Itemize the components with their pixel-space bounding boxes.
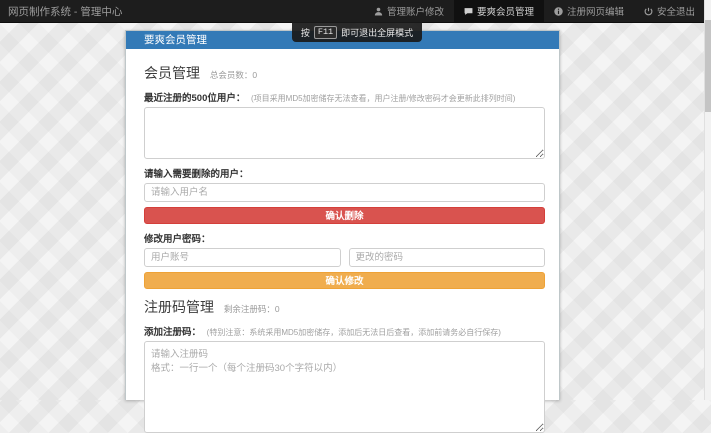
nav-item-page-edit[interactable]: 注册网页编辑: [544, 0, 634, 22]
fullscreen-toast: 按 F11 即可退出全屏模式: [292, 22, 422, 42]
recent-users-hint: (项目采用MD5加密储存无法查看，用户注册/修改密码才会更新此排列时间): [251, 94, 515, 103]
confirm-delete-button[interactable]: 确认删除: [144, 207, 545, 224]
confirm-modify-button[interactable]: 确认修改: [144, 272, 545, 289]
delete-user-input[interactable]: [144, 183, 545, 202]
vertical-scrollbar[interactable]: [704, 0, 711, 400]
nav-item-label: 安全退出: [657, 4, 695, 18]
member-count: 总会员数：0: [210, 70, 257, 80]
password-fields-row: [144, 248, 545, 267]
nav-item-label: 要爽会员管理: [477, 4, 534, 18]
add-regcode-hint: (特别注意：系统采用MD5加密储存，添加后无法日后查看，添加前请务必自行保存): [207, 328, 501, 337]
member-section-title: 会员管理 总会员数：0: [144, 63, 545, 83]
panel-body: 会员管理 总会员数：0 最近注册的500位用户： (项目采用MD5加密储存无法查…: [126, 49, 559, 433]
regcode-title-text: 注册码管理: [144, 299, 214, 315]
power-icon: [644, 7, 653, 16]
member-admin-panel: 要爽会员管理 会员管理 总会员数：0 最近注册的500位用户： (项目采用MD5…: [125, 30, 560, 400]
info-icon: [554, 7, 563, 16]
toast-suffix: 即可退出全屏模式: [341, 26, 413, 39]
recent-users-label-text: 最近注册的500位用户：: [144, 93, 245, 104]
nav-item-account[interactable]: 管理账户修改: [364, 0, 454, 22]
add-regcode-label: 添加注册码： (特别注意：系统采用MD5加密储存，添加后无法日后查看，添加前请务…: [144, 324, 545, 338]
nav-item-member-manage[interactable]: 要爽会员管理: [454, 0, 544, 22]
regcode-section-title: 注册码管理 剩余注册码：0: [144, 297, 545, 317]
nav-item-label: 注册网页编辑: [567, 4, 624, 18]
f11-keycap: F11: [314, 26, 337, 39]
add-regcode-label-text: 添加注册码：: [144, 327, 201, 338]
regcode-count: 剩余注册码：0: [224, 304, 280, 314]
regcodes-textarea[interactable]: [144, 341, 545, 433]
user-icon: [374, 7, 383, 16]
modify-password-label: 修改用户密码：: [144, 231, 545, 245]
new-password-input[interactable]: [349, 248, 546, 267]
delete-user-label: 请输入需要删除的用户：: [144, 166, 545, 180]
recent-users-textarea[interactable]: [144, 107, 545, 159]
comment-icon: [464, 7, 473, 16]
recent-users-label: 最近注册的500位用户： (项目采用MD5加密储存无法查看，用户注册/修改密码才…: [144, 90, 545, 104]
scrollbar-thumb[interactable]: [705, 20, 711, 112]
app-title: 网页制作系统 - 管理中心: [0, 4, 122, 19]
navbar-menu: 管理账户修改 要爽会员管理 注册网页编辑 安全退出: [364, 0, 705, 22]
account-input[interactable]: [144, 248, 341, 267]
member-title-text: 会员管理: [144, 65, 200, 81]
nav-item-label: 管理账户修改: [387, 4, 444, 18]
nav-item-logout[interactable]: 安全退出: [634, 0, 705, 22]
top-navbar: 网页制作系统 - 管理中心 管理账户修改 要爽会员管理 注册网页编辑 安全退出: [0, 0, 705, 23]
toast-prefix: 按: [301, 26, 310, 39]
